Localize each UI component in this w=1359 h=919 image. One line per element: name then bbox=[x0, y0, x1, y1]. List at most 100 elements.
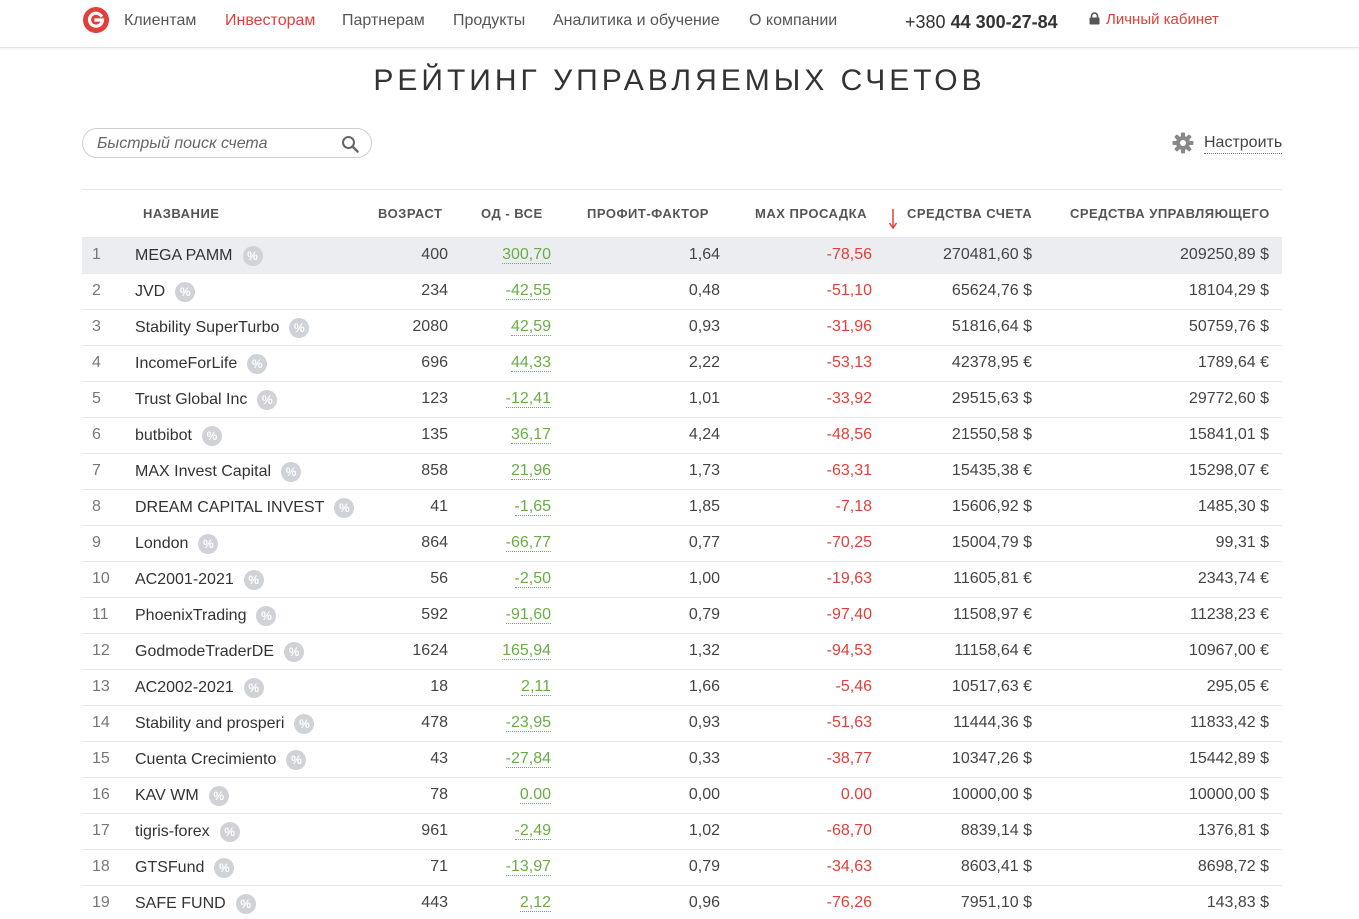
percent-icon[interactable]: % bbox=[214, 858, 235, 878]
percent-icon[interactable]: % bbox=[198, 534, 219, 554]
percent-icon[interactable]: % bbox=[257, 390, 278, 410]
percent-icon[interactable]: % bbox=[247, 354, 268, 374]
account-return[interactable]: -42,55 bbox=[505, 282, 551, 300]
account-name[interactable]: London% bbox=[135, 534, 219, 554]
account-name[interactable]: SAFE FUND% bbox=[135, 894, 256, 914]
account-name[interactable]: GTSFund% bbox=[135, 858, 235, 878]
table-row[interactable]: 9 London% 864 -66,77 0,77 -70,25 15004,79 $ 99,… bbox=[82, 525, 1282, 561]
account-name[interactable]: Stability SuperTurbo% bbox=[135, 318, 310, 338]
percent-icon[interactable]: % bbox=[243, 678, 264, 698]
table-row[interactable]: 2 JVD% 234 -42,55 0,48 -51,10 65624,76 $ 18104,… bbox=[82, 273, 1282, 309]
account-return[interactable]: -66,77 bbox=[505, 534, 551, 552]
account-return[interactable]: -12,41 bbox=[505, 390, 551, 408]
percent-icon[interactable]: % bbox=[219, 822, 240, 842]
account-name[interactable]: IncomeForLife% bbox=[135, 354, 268, 374]
account-return[interactable]: -27,84 bbox=[505, 750, 551, 768]
table-row[interactable]: 19 SAFE FUND% 443 2,12 0,96 -76,26 7951,10 $ 14… bbox=[82, 885, 1282, 919]
table-row[interactable]: 5 Trust Global Inc% 123 -12,41 1,01 -33,92 295… bbox=[82, 381, 1282, 417]
sort-descending-icon[interactable] bbox=[888, 208, 898, 230]
table-row[interactable]: 10 AC2001-2021% 56 -2,50 1,00 -19,63 11605,81 … bbox=[82, 561, 1282, 597]
percent-icon[interactable]: % bbox=[281, 462, 302, 482]
account-name[interactable]: Trust Global Inc% bbox=[135, 390, 278, 410]
manager-funds: 1376,81 $ bbox=[1197, 822, 1269, 839]
nav-item-products[interactable]: Продукты bbox=[453, 12, 525, 30]
table-row[interactable]: 6 butbibot% 135 36,17 4,24 -48,56 21550,58 $ 15… bbox=[82, 417, 1282, 453]
table-row[interactable]: 1 MEGA PAMM% 400 300,70 1,64 -78,56 270481,60 … bbox=[82, 237, 1282, 273]
column-header-age[interactable]: ВОЗРАСТ bbox=[378, 206, 442, 221]
account-return[interactable]: 0.00 bbox=[519, 786, 551, 804]
phone-number[interactable]: +380 44 300-27-84 bbox=[905, 12, 1058, 33]
nav-item-about[interactable]: О компании bbox=[749, 12, 837, 30]
table-row[interactable]: 7 MAX Invest Capital% 858 21,96 1,73 -63,31 15… bbox=[82, 453, 1282, 489]
account-name[interactable]: JVD% bbox=[135, 282, 196, 302]
account-name[interactable]: MAX Invest Capital% bbox=[135, 462, 302, 482]
column-header-manager-funds[interactable]: СРЕДСТВА УПРАВЛЯЮЩЕГО bbox=[1070, 206, 1270, 221]
account-name[interactable]: AC2002-2021% bbox=[135, 678, 264, 698]
percent-icon[interactable]: % bbox=[289, 318, 310, 338]
column-header-return[interactable]: ОД - ВСЕ bbox=[481, 206, 543, 221]
percent-icon[interactable]: % bbox=[235, 894, 256, 914]
table-row[interactable]: 14 Stability and prosperi% 478 -23,95 0,93 -5… bbox=[82, 705, 1282, 741]
search-input[interactable] bbox=[97, 134, 337, 154]
table-row[interactable]: 3 Stability SuperTurbo% 2080 42,59 0,93 -31,9… bbox=[82, 309, 1282, 345]
table-row[interactable]: 16 KAV WM% 78 0.00 0,00 0.00 10000,00 $ 10000,0… bbox=[82, 777, 1282, 813]
percent-icon[interactable]: % bbox=[243, 570, 264, 590]
account-name[interactable]: Stability and prosperi% bbox=[135, 714, 315, 734]
table-row[interactable]: 12 GodmodeTraderDE% 1624 165,94 1,32 -94,53 11… bbox=[82, 633, 1282, 669]
max-drawdown: -7,18 bbox=[835, 498, 872, 515]
table-row[interactable]: 8 DREAM CAPITAL INVEST% 41 -1,65 1,85 -7,18 15… bbox=[82, 489, 1282, 525]
account-return[interactable]: -2,50 bbox=[514, 570, 551, 588]
account-return[interactable]: -1,65 bbox=[514, 498, 551, 516]
personal-cabinet-link[interactable]: Личный кабинет bbox=[1089, 11, 1219, 28]
column-header-profit-factor[interactable]: ПРОФИТ-ФАКТОР bbox=[587, 206, 709, 221]
table-row[interactable]: 18 GTSFund% 71 -13,97 0,79 -34,63 8603,41 $ 869… bbox=[82, 849, 1282, 885]
brand-logo-icon[interactable] bbox=[82, 6, 110, 34]
percent-icon[interactable]: % bbox=[201, 426, 222, 446]
account-name[interactable]: GodmodeTraderDE% bbox=[135, 642, 305, 662]
account-name[interactable]: DREAM CAPITAL INVEST% bbox=[135, 498, 355, 518]
account-name[interactable]: butbibot% bbox=[135, 426, 222, 446]
account-return[interactable]: 42,59 bbox=[510, 318, 551, 336]
column-header-name[interactable]: НАЗВАНИЕ bbox=[143, 206, 219, 221]
account-name-text: tigris-forex bbox=[135, 823, 210, 840]
account-name[interactable]: PhoenixTrading% bbox=[135, 606, 277, 626]
percent-icon[interactable]: % bbox=[286, 750, 307, 770]
account-return[interactable]: -13,97 bbox=[505, 858, 551, 876]
account-return[interactable]: 2,12 bbox=[519, 894, 551, 912]
table-row[interactable]: 15 Cuenta Crecimiento% 43 -27,84 0,33 -38,77 1… bbox=[82, 741, 1282, 777]
account-return[interactable]: -2,49 bbox=[514, 822, 551, 840]
account-return[interactable]: 2,11 bbox=[521, 678, 551, 696]
column-header-max-drawdown[interactable]: MAX ПРОСАДКА bbox=[755, 206, 867, 221]
account-return[interactable]: 300,70 bbox=[502, 246, 551, 264]
account-return[interactable]: -91,60 bbox=[505, 606, 551, 624]
account-return[interactable]: 36,17 bbox=[510, 426, 551, 444]
account-age: 592 bbox=[421, 606, 448, 623]
percent-icon[interactable]: % bbox=[208, 786, 229, 806]
search-icon[interactable] bbox=[341, 135, 359, 153]
table-row[interactable]: 4 IncomeForLife% 696 44,33 2,22 -53,13 42378,9… bbox=[82, 345, 1282, 381]
account-name[interactable]: MEGA PAMM% bbox=[135, 246, 263, 266]
table-row[interactable]: 13 AC2002-2021% 18 2,11 1,66 -5,46 10517,63 € 2… bbox=[82, 669, 1282, 705]
column-header-account-funds[interactable]: СРЕДСТВА СЧЕТА bbox=[907, 206, 1032, 221]
account-name[interactable]: AC2001-2021% bbox=[135, 570, 264, 590]
account-return[interactable]: 21,96 bbox=[510, 462, 551, 480]
account-return[interactable]: 44,33 bbox=[510, 354, 551, 372]
nav-item-partners[interactable]: Партнерам bbox=[342, 12, 425, 30]
nav-item-investors[interactable]: Инвесторам bbox=[225, 12, 315, 30]
table-row[interactable]: 11 PhoenixTrading% 592 -91,60 0,79 -97,40 1150… bbox=[82, 597, 1282, 633]
nav-item-clients[interactable]: Клиентам bbox=[124, 12, 196, 30]
account-name[interactable]: KAV WM% bbox=[135, 786, 229, 806]
percent-icon[interactable]: % bbox=[256, 606, 277, 626]
percent-icon[interactable]: % bbox=[242, 246, 263, 266]
percent-icon[interactable]: % bbox=[284, 642, 305, 662]
account-return[interactable]: 165,94 bbox=[502, 642, 551, 660]
account-return[interactable]: -23,95 bbox=[505, 714, 551, 732]
table-row[interactable]: 17 tigris-forex% 961 -2,49 1,02 -68,70 8839,14… bbox=[82, 813, 1282, 849]
account-name[interactable]: tigris-forex% bbox=[135, 822, 240, 842]
percent-icon[interactable]: % bbox=[294, 714, 315, 734]
account-name[interactable]: Cuenta Crecimiento% bbox=[135, 750, 307, 770]
table-body: 1 MEGA PAMM% 400 300,70 1,64 -78,56 270481,60 … bbox=[82, 237, 1282, 919]
nav-item-analytics[interactable]: Аналитика и обучение bbox=[553, 12, 720, 30]
percent-icon[interactable]: % bbox=[334, 498, 355, 518]
percent-icon[interactable]: % bbox=[175, 282, 196, 302]
